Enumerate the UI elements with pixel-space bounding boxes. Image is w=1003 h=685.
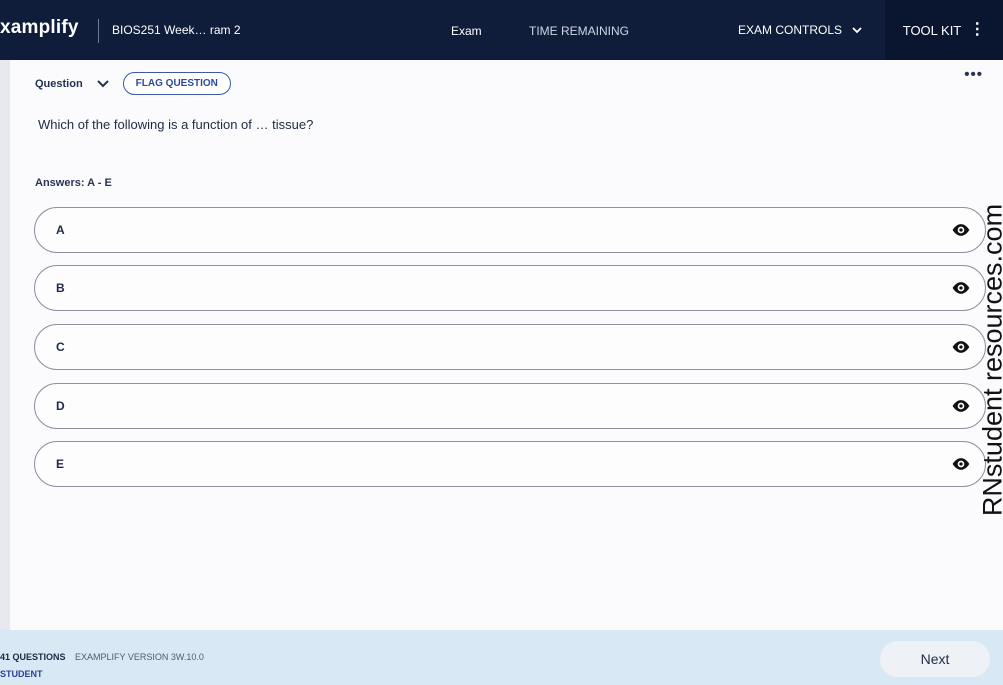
question-label: Question <box>35 77 83 90</box>
student-watermark-logo: STUDENT <box>0 669 43 679</box>
exam-controls-button[interactable]: EXAM CONTROLS <box>720 0 880 60</box>
examplify-version: EXAMPLIFY VERSION 3W.10.0 <box>75 652 204 662</box>
question-header: Question FLAG QUESTION <box>35 72 231 95</box>
course-title: BIOS251 Week… ram 2 <box>112 23 241 37</box>
question-count: 41 QUESTIONS <box>0 652 66 662</box>
flag-question-button[interactable]: FLAG QUESTION <box>122 72 231 95</box>
eye-icon[interactable] <box>951 337 971 357</box>
question-text: Which of the following is a function of … <box>38 117 314 132</box>
brand-logo: xamplify <box>0 17 79 38</box>
chevron-down-icon <box>852 23 862 37</box>
answer-letter: D <box>56 399 65 413</box>
more-horizontal-icon[interactable]: ••• <box>964 66 983 83</box>
time-remaining-label: TIME REMAINING <box>529 24 630 38</box>
eye-icon[interactable] <box>951 220 971 240</box>
kebab-menu-icon: ⋮ <box>969 21 986 38</box>
eye-icon[interactable] <box>951 454 971 474</box>
answers-header: Answers: A - E <box>35 177 112 189</box>
exam-label: Exam <box>451 24 482 38</box>
answer-letter: E <box>56 457 65 471</box>
answer-option-a[interactable]: A <box>34 207 986 253</box>
answer-letter: C <box>56 340 65 354</box>
answer-letter: A <box>56 223 65 237</box>
answer-option-e[interactable]: E <box>34 441 986 487</box>
answer-option-d[interactable]: D <box>34 383 986 429</box>
header-divider <box>98 19 99 43</box>
question-chevron-icon[interactable] <box>96 77 109 91</box>
eye-icon[interactable] <box>951 278 971 298</box>
exam-footer: 41 QUESTIONS EXAMPLIFY VERSION 3W.10.0 S… <box>0 630 1003 685</box>
answer-option-c[interactable]: C <box>34 324 986 370</box>
exam-controls-label: EXAM CONTROLS <box>737 23 842 37</box>
top-navigation-bar: xamplify BIOS251 Week… ram 2 Exam TIME R… <box>0 0 1003 60</box>
answer-letter: B <box>56 281 65 295</box>
toolkit-label: TOOL KIT <box>902 22 962 38</box>
toolkit-button[interactable]: TOOL KIT ⋮ <box>885 0 1003 60</box>
next-button[interactable]: Next <box>880 641 990 677</box>
eye-icon[interactable] <box>951 396 971 416</box>
left-edge-panel <box>0 60 10 630</box>
exam-content-area: Question FLAG QUESTION ••• Which of the … <box>10 60 1003 630</box>
answer-option-b[interactable]: B <box>34 265 986 311</box>
side-watermark-text: RNstudent resources.com <box>977 203 1003 517</box>
